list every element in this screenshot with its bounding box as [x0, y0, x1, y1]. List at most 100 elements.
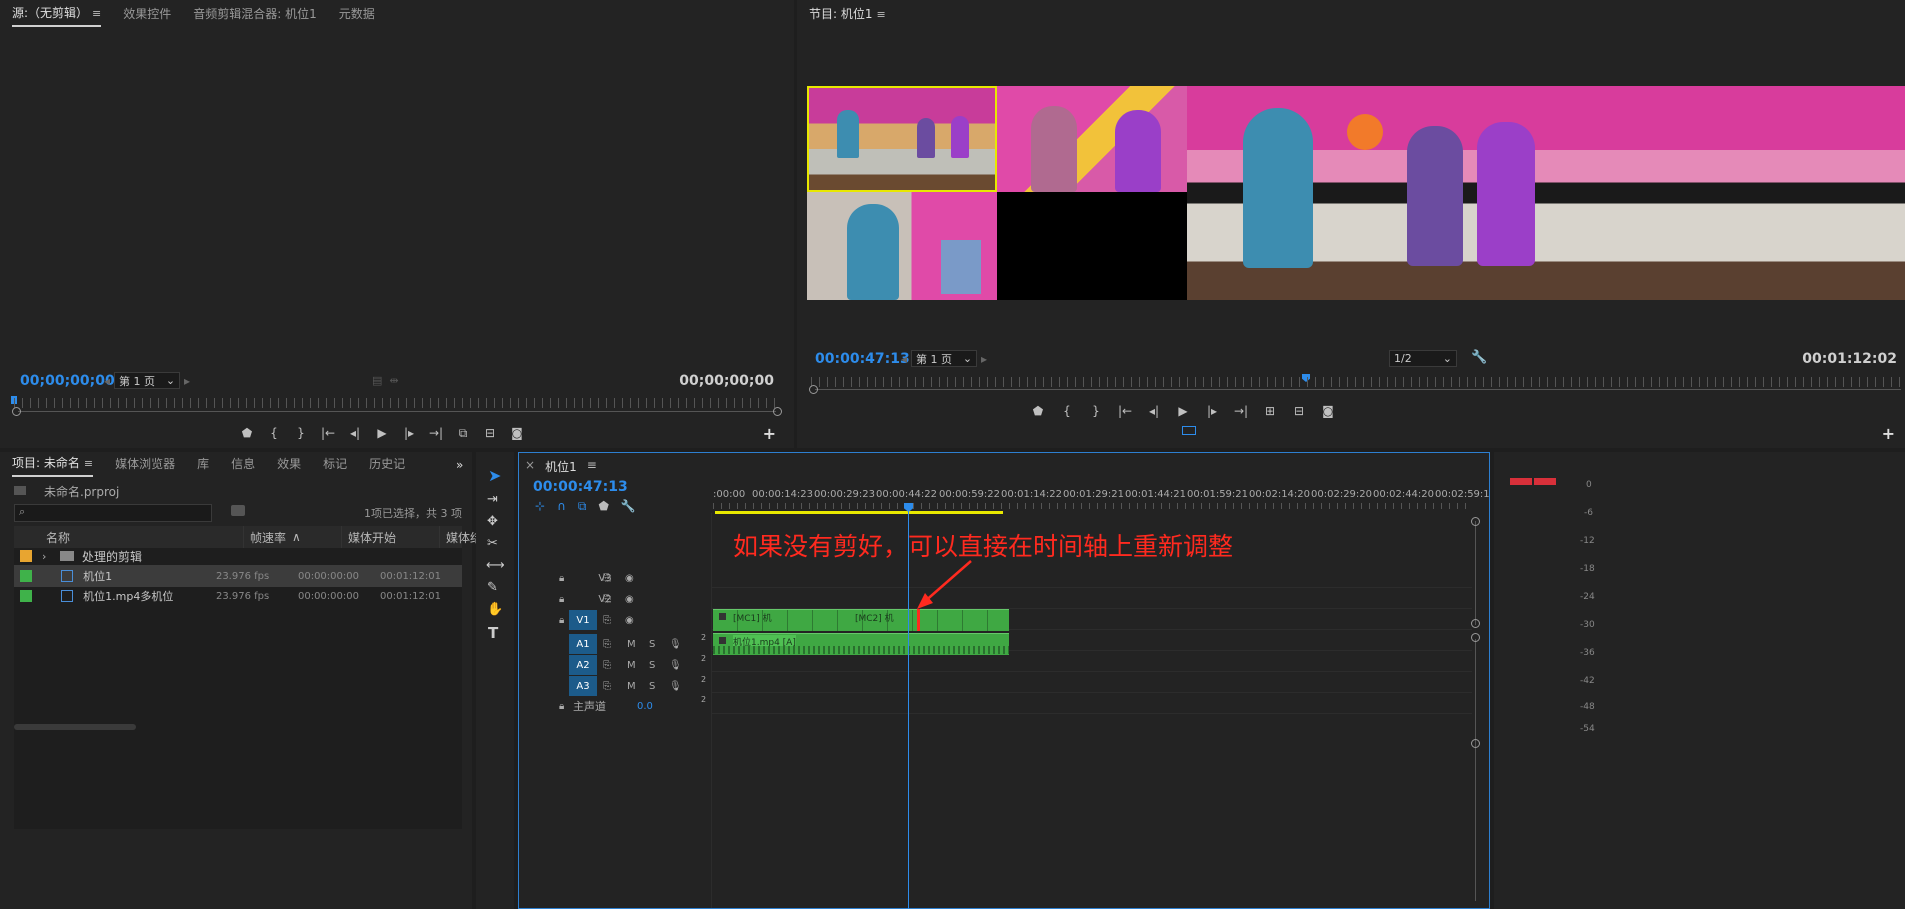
prev-page-icon[interactable]: ◂	[901, 352, 907, 366]
sync-lock-icon[interactable]: ⎘	[603, 594, 611, 605]
tab-history[interactable]: 历史记	[369, 455, 405, 476]
nest-toggle-icon[interactable]: ⊹	[535, 499, 545, 514]
mark-in-icon[interactable]: {	[263, 423, 285, 443]
tab-source[interactable]: 源:（无剪辑） ≡	[12, 4, 102, 27]
slip-tool-icon[interactable]: ⟷	[486, 558, 505, 573]
play-icon[interactable]: ▶	[1172, 401, 1194, 421]
sync-lock-icon[interactable]: ⎘	[603, 573, 611, 584]
pen-tool-icon[interactable]: ✎	[487, 580, 498, 595]
tab-program[interactable]: 节目: 机位1 ≡	[809, 5, 886, 26]
program-video-frame[interactable]	[807, 86, 1905, 300]
audio-clip-a1[interactable]: 机位1.mp4 [A]	[713, 633, 1009, 655]
eye-icon[interactable]: ◉	[625, 573, 634, 584]
tab-project[interactable]: 项目: 未命名 ≡	[12, 454, 94, 477]
sync-lock-icon[interactable]: ⎘	[603, 681, 611, 692]
play-icon[interactable]: ▶	[371, 423, 393, 443]
track-label[interactable]: A2	[569, 655, 597, 675]
track-v2[interactable]: 🔒︎ V2 ⎘ ◉	[519, 588, 739, 610]
track-a2[interactable]: A2 ⎘ M S 🎙︎ 2	[519, 654, 739, 676]
camera-angle-1[interactable]	[807, 86, 997, 192]
tab-effects[interactable]: 效果	[277, 455, 301, 476]
tab-libraries[interactable]: 库	[197, 455, 209, 476]
label-color-swatch[interactable]	[20, 570, 32, 582]
tab-media-browser[interactable]: 媒体浏览器	[115, 455, 175, 476]
program-timecode-current[interactable]: 00:00:47:13	[815, 351, 910, 367]
insert-icon[interactable]: ⧉	[452, 423, 474, 443]
program-time-ruler[interactable]	[811, 377, 1901, 387]
source-scrollbar[interactable]	[18, 411, 776, 412]
mic-icon[interactable]: 🎙︎	[669, 681, 682, 692]
track-label[interactable]: A1	[569, 634, 597, 654]
tab-effect-controls[interactable]: 效果控件	[123, 5, 171, 26]
track-label[interactable]: A3	[569, 676, 597, 696]
selection-tool-icon[interactable]: ➤	[488, 466, 501, 485]
list-item[interactable]: 机位1 23.976 fps 00:00:00:00 00:01:12:01	[14, 565, 462, 587]
timeline-tab[interactable]: × 机位1 ≡	[525, 458, 597, 475]
timeline-ruler[interactable]: :00:00 00:00:14:23 00:00:29:23 00:00:44:…	[713, 489, 1490, 515]
lock-icon[interactable]: 🔒︎	[559, 615, 564, 626]
program-page-select[interactable]: 第 1 页 ⌄	[911, 350, 978, 367]
add-button-icon[interactable]: +	[1882, 424, 1895, 443]
step-back-icon[interactable]: ◂|	[344, 423, 366, 443]
tab-info[interactable]: 信息	[231, 455, 255, 476]
scroll-handle-icon[interactable]	[1471, 739, 1480, 748]
track-master[interactable]: 🔒︎ 主声道 0.0 2	[519, 695, 739, 717]
ripple-edit-tool-icon[interactable]: ✥	[487, 514, 498, 529]
video-clip-v1[interactable]: [MC1] 机 [MC2] 机	[713, 609, 1009, 631]
solo-button[interactable]: S	[649, 660, 655, 671]
tab-audio-clip-mixer[interactable]: 音频剪辑混合器: 机位1	[193, 5, 317, 26]
mark-in-icon[interactable]: {	[1056, 401, 1078, 421]
sync-lock-icon[interactable]: ⎘	[603, 615, 611, 626]
mic-icon[interactable]: 🎙︎	[669, 639, 682, 650]
prev-page-icon[interactable]: ◂	[104, 374, 110, 388]
step-forward-icon[interactable]: |▸	[398, 423, 420, 443]
mark-out-icon[interactable]: }	[290, 423, 312, 443]
next-page-icon[interactable]: ▸	[981, 352, 987, 366]
add-marker-icon[interactable]: ⬟	[236, 423, 258, 443]
eye-icon[interactable]: ◉	[625, 615, 634, 626]
scroll-handle-icon[interactable]	[1471, 633, 1480, 642]
source-time-ruler[interactable]	[14, 398, 778, 408]
expand-arrow-icon[interactable]: ›	[42, 550, 56, 563]
label-color-swatch[interactable]	[20, 550, 32, 562]
export-frame-icon[interactable]: ◙	[1317, 401, 1339, 421]
solo-button[interactable]: S	[649, 681, 655, 692]
solo-button[interactable]: S	[649, 639, 655, 650]
scroll-start-handle-icon[interactable]	[809, 385, 818, 394]
lock-icon[interactable]: 🔒︎	[559, 573, 564, 584]
track-label[interactable]: V1	[569, 610, 597, 630]
tab-metadata[interactable]: 元数据	[339, 5, 375, 26]
snap-icon[interactable]: ∩	[557, 499, 566, 514]
v-scrollbar-video[interactable]	[1475, 521, 1476, 625]
step-back-icon[interactable]: ◂|	[1143, 401, 1165, 421]
mute-button[interactable]: M	[627, 660, 636, 671]
lock-icon[interactable]: 🔒︎	[559, 701, 564, 712]
track-select-tool-icon[interactable]: ⇥	[487, 492, 498, 507]
project-search-input[interactable]: ⌕	[14, 504, 212, 522]
export-frame-icon[interactable]: ◙	[506, 423, 528, 443]
sync-lock-icon[interactable]: ⎘	[603, 660, 611, 671]
scroll-end-handle-icon[interactable]	[773, 407, 782, 416]
wrench-settings-icon[interactable]: 🔧	[621, 499, 636, 514]
close-icon[interactable]: ×	[525, 458, 535, 475]
lift-icon[interactable]: ⊞	[1259, 401, 1281, 421]
go-to-in-icon[interactable]: |←	[317, 423, 339, 443]
source-page-select[interactable]: 第 1 页 ⌄	[114, 372, 181, 389]
eye-icon[interactable]: ◉	[625, 594, 634, 605]
menu-icon[interactable]: ≡	[92, 7, 101, 20]
project-h-scrollbar[interactable]	[14, 724, 136, 730]
edit-point-marker[interactable]	[917, 609, 920, 631]
wrench-settings-icon[interactable]: 🔧	[1471, 350, 1487, 365]
add-marker-icon[interactable]: ⬟	[1027, 401, 1049, 421]
scroll-start-handle-icon[interactable]	[12, 407, 21, 416]
razor-tool-icon[interactable]: ✂	[487, 536, 498, 551]
multicam-toggle-icon[interactable]	[1182, 426, 1196, 435]
scroll-handle-icon[interactable]	[1471, 517, 1480, 526]
hand-tool-icon[interactable]: ✋	[487, 602, 503, 617]
extract-icon[interactable]: ⊟	[1288, 401, 1310, 421]
menu-icon[interactable]: ≡	[587, 458, 597, 475]
add-marker-icon[interactable]: ⬟	[598, 499, 608, 514]
add-button-icon[interactable]: +	[763, 424, 776, 443]
master-volume[interactable]: 0.0	[637, 701, 653, 712]
overwrite-icon[interactable]: ⊟	[479, 423, 501, 443]
